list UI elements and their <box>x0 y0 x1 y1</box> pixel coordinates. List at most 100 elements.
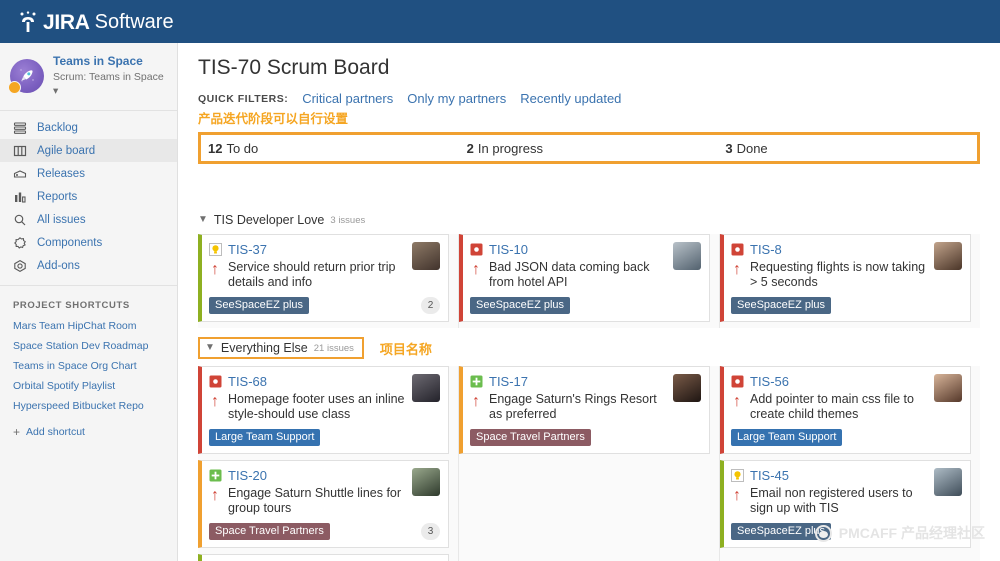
sidebar-item-components[interactable]: Components <box>0 231 177 254</box>
column-header-done[interactable]: 3 Done <box>718 135 978 161</box>
chevron-down-icon[interactable]: ▼ <box>198 215 208 225</box>
swimlane-column-done[interactable]: TIS-8 ↑ Requesting flights is now taking… <box>720 234 980 328</box>
swimlane-column-todo[interactable]: TIS-68 ↑ Homepage footer uses an inline … <box>198 366 459 561</box>
shortcut-item[interactable]: Space Station Dev Roadmap <box>0 336 177 356</box>
sidebar-item-label: Backlog <box>37 121 78 134</box>
quick-filter-only-my-partners[interactable]: Only my partners <box>407 91 506 106</box>
project-board-label: Scrum: Teams in Space <box>53 71 164 83</box>
assignee-avatar[interactable] <box>934 374 962 402</box>
issue-key[interactable]: TIS-17 <box>489 374 528 389</box>
sidebar-item-releases[interactable]: Releases <box>0 162 177 185</box>
swimlane-column-in-progress[interactable]: TIS-17 ↑ Engage Saturn's Rings Resort as… <box>459 366 720 561</box>
board-column-headers: 12 To do 2 In progress 3 Done <box>198 132 980 164</box>
project-shortcuts-list: Mars Team HipChat Room Space Station Dev… <box>0 316 177 416</box>
shortcut-item[interactable]: Hyperspeed Bitbucket Repo <box>0 396 177 416</box>
assignee-avatar[interactable] <box>673 242 701 270</box>
issue-label[interactable]: SeeSpaceEZ plus <box>209 297 310 314</box>
bug-icon <box>731 375 744 388</box>
addons-icon <box>13 259 27 273</box>
column-count: 3 <box>725 140 733 156</box>
assignee-avatar[interactable] <box>412 374 440 402</box>
issue-card-tis-12[interactable]: TIS-12 Create 90 day p <box>198 554 449 561</box>
issue-card-tis-45[interactable]: TIS-45 ↑ Email non registered users to s… <box>720 460 971 548</box>
issue-card-tis-20[interactable]: TIS-20 ↑ Engage Saturn Shuttle lines for… <box>198 460 449 548</box>
issue-card-tis-37[interactable]: TIS-37 ↑ Service should return prior tri… <box>198 234 449 322</box>
issue-key[interactable]: TIS-45 <box>750 468 789 483</box>
priority-up-icon: ↑ <box>211 393 219 410</box>
issue-key[interactable]: TIS-8 <box>750 242 782 257</box>
issue-label[interactable]: Large Team Support <box>731 429 843 446</box>
assignee-avatar[interactable] <box>412 242 440 270</box>
story-lightbulb-icon <box>209 243 222 256</box>
shortcut-item[interactable]: Orbital Spotify Playlist <box>0 376 177 396</box>
rocket-icon <box>17 66 37 86</box>
column-name: Done <box>736 140 768 156</box>
swimlane-column-in-progress[interactable]: TIS-10 ↑ Bad JSON data coming back from … <box>459 234 720 328</box>
issue-card-tis-8[interactable]: TIS-8 ↑ Requesting flights is now taking… <box>720 234 971 322</box>
shortcut-item[interactable]: Mars Team HipChat Room <box>0 316 177 336</box>
issue-label[interactable]: Large Team Support <box>209 429 321 446</box>
swimlane-name: Everything Else <box>220 341 308 355</box>
jira-logo[interactable]: JIRA Software <box>18 10 174 34</box>
issue-label[interactable]: Space Travel Partners <box>470 429 591 446</box>
swimlane-column-todo[interactable]: TIS-37 ↑ Service should return prior tri… <box>198 234 459 328</box>
sidebar-item-agile-board[interactable]: Agile board <box>0 139 177 162</box>
sidebar-item-backlog[interactable]: Backlog <box>0 116 177 139</box>
column-header-in-progress[interactable]: 2 In progress <box>460 135 719 161</box>
issue-label[interactable]: SeeSpaceEZ plus <box>470 297 571 314</box>
swimlane-header-tis-developer-love[interactable]: ▼ TIS Developer Love 3 issues <box>178 204 1000 234</box>
issue-key[interactable]: TIS-10 <box>489 242 528 257</box>
issue-card-tis-68[interactable]: TIS-68 ↑ Homepage footer uses an inline … <box>198 366 449 454</box>
assignee-avatar[interactable] <box>412 468 440 496</box>
jira-wordmark: JIRA <box>43 10 90 34</box>
top-navigation-bar: JIRA Software <box>0 0 1000 43</box>
quick-filters-label: QUICK FILTERS: <box>198 92 289 105</box>
issue-summary: Engage Saturn's Rings Resort as preferre… <box>489 392 657 421</box>
swimlane-header-everything-else[interactable]: ▼ Everything Else 21 issues 项目名称 <box>178 328 1000 366</box>
issue-key[interactable]: TIS-37 <box>228 242 267 257</box>
assignee-avatar[interactable] <box>934 242 962 270</box>
swimlane-column-done[interactable]: TIS-56 ↑ Add pointer to main css file to… <box>720 366 980 561</box>
project-header[interactable]: Teams in Space Scrum: Teams in Space ▾ <box>0 43 177 110</box>
sidebar-item-addons[interactable]: Add-ons <box>0 254 177 277</box>
issue-key[interactable]: TIS-20 <box>228 468 267 483</box>
page-title: TIS-70 Scrum Board <box>198 56 390 79</box>
issue-label[interactable]: SeeSpaceEZ plus <box>731 523 832 540</box>
software-wordmark: Software <box>94 10 174 33</box>
sidebar-item-label: Releases <box>37 167 85 180</box>
sidebar-item-all-issues[interactable]: All issues <box>0 208 177 231</box>
quick-filter-critical-partners[interactable]: Critical partners <box>302 91 393 106</box>
project-sidebar: Teams in Space Scrum: Teams in Space ▾ B… <box>0 43 178 561</box>
story-plus-icon <box>209 469 222 482</box>
chevron-down-icon[interactable]: ▼ <box>205 343 215 353</box>
planet-badge-icon <box>8 81 21 94</box>
column-count: 12 <box>208 140 223 156</box>
components-icon <box>13 236 27 250</box>
issue-card-tis-17[interactable]: TIS-17 ↑ Engage Saturn's Rings Resort as… <box>459 366 710 454</box>
board-scroll-area[interactable]: ▼ TIS Developer Love 3 issues TIS-37 ↑ S… <box>178 204 1000 561</box>
swimlane-highlight-box[interactable]: ▼ Everything Else 21 issues <box>198 337 364 359</box>
sidebar-nav-list: Backlog Agile board Releases Reports All… <box>0 116 177 277</box>
shortcut-item[interactable]: Teams in Space Org Chart <box>0 356 177 376</box>
estimate-badge: 2 <box>421 297 440 314</box>
sidebar-item-reports[interactable]: Reports <box>0 185 177 208</box>
issue-summary: Engage Saturn Shuttle lines for group to… <box>228 486 402 515</box>
swimlane-name: TIS Developer Love <box>213 213 325 227</box>
quick-filter-recently-updated[interactable]: Recently updated <box>520 91 621 106</box>
issue-label[interactable]: SeeSpaceEZ plus <box>731 297 832 314</box>
column-header-todo[interactable]: 12 To do <box>201 135 460 161</box>
bug-icon <box>209 375 222 388</box>
issue-label[interactable]: Space Travel Partners <box>209 523 330 540</box>
issue-key[interactable]: TIS-56 <box>750 374 789 389</box>
assignee-avatar[interactable] <box>673 374 701 402</box>
issue-card-tis-56[interactable]: TIS-56 ↑ Add pointer to main css file to… <box>720 366 971 454</box>
board-icon <box>13 144 27 158</box>
add-shortcut-button[interactable]: + Add shortcut <box>0 416 177 443</box>
issue-key[interactable]: TIS-68 <box>228 374 267 389</box>
story-lightbulb-icon <box>731 469 744 482</box>
project-board-selector[interactable]: Scrum: Teams in Space ▾ <box>53 70 167 98</box>
assignee-avatar[interactable] <box>934 468 962 496</box>
jira-logo-icon <box>18 10 38 33</box>
issue-card-tis-10[interactable]: TIS-10 ↑ Bad JSON data coming back from … <box>459 234 710 322</box>
swimlane-issue-count: 21 issues <box>313 342 354 354</box>
